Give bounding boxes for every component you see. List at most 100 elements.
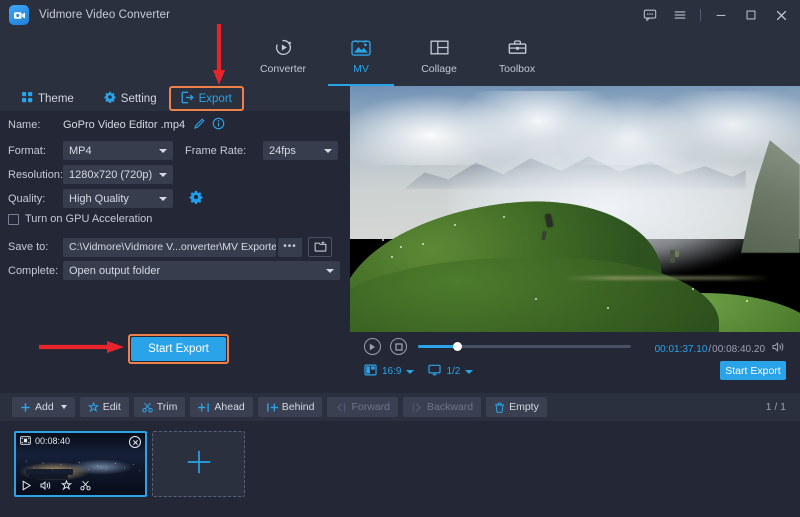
screen-layout-control[interactable]: 1/2	[428, 364, 474, 379]
sub-tab-setting[interactable]: Setting	[96, 86, 165, 111]
converter-icon	[273, 34, 294, 60]
nav-tab-converter-label: Converter	[259, 63, 307, 75]
resolution-value: 1280x720 (720p)	[69, 168, 153, 181]
move-forward-button[interactable]: Forward	[327, 397, 398, 417]
divider	[700, 9, 701, 21]
edit-button-label: Edit	[102, 401, 121, 413]
hamburger-menu-icon[interactable]	[665, 0, 695, 30]
page-indicator: 1 / 1	[765, 401, 786, 413]
export-icon	[181, 91, 194, 107]
save-to-input[interactable]: C:\Vidmore\Vidmore V...onverter\MV Expor…	[63, 237, 276, 257]
progress-slider[interactable]	[418, 342, 631, 351]
progress-knob[interactable]	[453, 342, 463, 351]
pier-shape	[26, 468, 73, 475]
nav-tab-converter[interactable]: Converter	[244, 30, 322, 86]
frame-rate-dropdown[interactable]: 24fps	[263, 141, 338, 160]
video-preview[interactable]	[350, 86, 800, 332]
sub-navigation: Theme Setting Export	[0, 86, 350, 111]
nav-tab-mv-label: MV	[353, 63, 369, 75]
quality-row: Quality: High Quality	[8, 189, 203, 208]
resolution-row: Resolution: 1280x720 (720p)	[8, 165, 173, 184]
stop-icon[interactable]	[390, 338, 407, 355]
screen-layout-value: 1/2	[446, 366, 461, 377]
frame-rate-value: 24fps	[269, 144, 296, 157]
nav-tab-collage[interactable]: Collage	[400, 30, 478, 86]
chevron-down-icon	[159, 172, 167, 177]
insert-ahead-button[interactable]: Ahead	[190, 397, 253, 417]
volume-icon[interactable]	[772, 340, 786, 358]
trail-path	[561, 276, 769, 281]
open-folder-button[interactable]	[308, 237, 332, 257]
sub-tab-setting-label: Setting	[120, 92, 157, 105]
save-to-value: C:\Vidmore\Vidmore V...onverter\MV Expor…	[69, 241, 276, 253]
maximize-icon[interactable]	[736, 0, 766, 30]
resolution-dropdown[interactable]: 1280x720 (720p)	[63, 165, 173, 184]
edit-button[interactable]: Edit	[79, 397, 129, 417]
empty-button[interactable]: Empty	[486, 397, 547, 417]
clip-toolbar: Add Edit Trim Ahead Behind Forward Backw…	[0, 393, 800, 421]
nav-tab-toolbox[interactable]: Toolbox	[478, 30, 556, 86]
chevron-down-icon	[406, 369, 415, 374]
aspect-ratio-control[interactable]: 16:9	[364, 364, 415, 379]
move-backward-button[interactable]: Backward	[402, 397, 482, 417]
trim-button[interactable]: Trim	[133, 397, 186, 417]
gpu-acceleration-checkbox[interactable]	[8, 213, 19, 225]
quality-settings-gear-icon[interactable]	[189, 190, 203, 207]
play-icon[interactable]	[364, 338, 381, 355]
scissors-icon[interactable]	[80, 478, 91, 496]
start-export-button[interactable]: Start Export	[131, 337, 226, 361]
quality-dropdown[interactable]: High Quality	[63, 189, 173, 208]
gpu-acceleration-row[interactable]: Turn on GPU Acceleration	[8, 213, 152, 225]
sub-tab-theme[interactable]: Theme	[14, 86, 82, 111]
time-display: 00:01:37.10 / 00:08:40.20	[655, 340, 786, 358]
add-clip-card[interactable]	[152, 431, 245, 497]
close-circle-icon[interactable]	[129, 436, 141, 448]
nav-tab-collage-label: Collage	[421, 63, 457, 75]
play-icon[interactable]	[21, 478, 32, 496]
current-time: 00:01:37.10	[654, 343, 708, 355]
magic-wand-icon	[87, 401, 99, 413]
name-row: Name: GoPro Video Editor .mp4	[8, 117, 225, 133]
feedback-icon[interactable]	[635, 0, 665, 30]
start-export-small-button[interactable]: Start Export	[720, 361, 786, 380]
player-controls: 00:01:37.10 / 00:08:40.20 16:9 1/2 Start…	[350, 332, 800, 393]
collage-icon	[429, 34, 450, 60]
nav-tab-mv[interactable]: MV	[322, 30, 400, 86]
start-export-button-highlight: Start Export	[128, 334, 229, 364]
main-navigation: Converter MV Collage Toolbox	[0, 30, 800, 86]
minimize-icon[interactable]	[706, 0, 736, 30]
browse-ellipsis-button[interactable]: •••	[278, 237, 302, 257]
gear-icon	[104, 91, 116, 106]
video-frame	[350, 86, 800, 332]
insert-behind-button[interactable]: Behind	[257, 397, 323, 417]
mv-icon	[350, 34, 372, 60]
clip-thumbnail[interactable]: 00:08:40	[14, 431, 147, 497]
complete-dropdown[interactable]: Open output folder	[63, 261, 340, 280]
save-to-row: Save to: C:\Vidmore\Vidmore V...onverter…	[8, 237, 332, 257]
close-icon[interactable]	[766, 0, 796, 30]
magic-wand-icon[interactable]	[60, 478, 73, 496]
folder-icon	[314, 240, 327, 255]
film-strip-icon	[20, 435, 31, 447]
info-icon[interactable]	[212, 117, 225, 133]
sub-tab-export[interactable]: Export	[168, 86, 244, 111]
frame-rate-label: Frame Rate:	[185, 144, 247, 157]
complete-label: Complete:	[8, 264, 59, 277]
pencil-icon[interactable]	[193, 117, 206, 133]
total-time: 00:08:40.20	[712, 343, 765, 355]
aspect-ratio-icon	[364, 364, 377, 379]
annotation-arrow-right	[39, 341, 124, 353]
annotation-arrow-down	[213, 24, 225, 85]
add-button[interactable]: Add	[12, 397, 75, 417]
format-dropdown[interactable]: MP4	[63, 141, 173, 160]
volume-icon[interactable]	[40, 478, 53, 496]
move-backward-button-label: Backward	[426, 401, 474, 413]
complete-row: Complete: Open output folder	[8, 261, 340, 280]
app-title: Vidmore Video Converter	[39, 9, 171, 21]
plus-icon	[185, 448, 213, 481]
insert-ahead-button-label: Ahead	[214, 401, 245, 413]
name-value: GoPro Video Editor .mp4	[63, 119, 186, 131]
format-label: Format:	[8, 144, 46, 157]
clip-duration: 00:08:40	[35, 436, 71, 446]
start-export-small-label: Start Export	[725, 364, 781, 377]
